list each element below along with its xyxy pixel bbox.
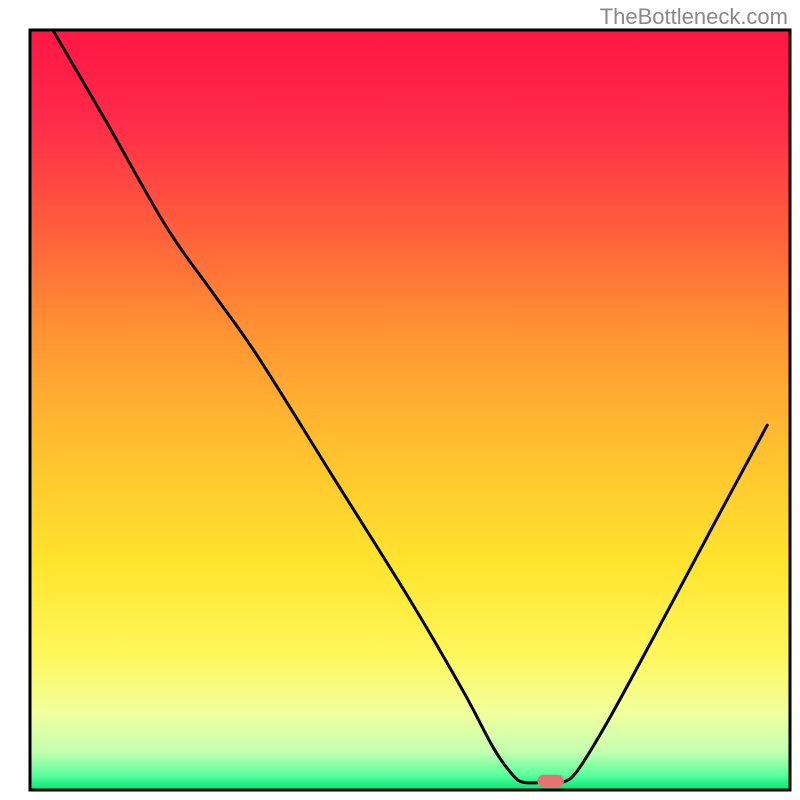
chart-container: TheBottleneck.com	[0, 0, 800, 800]
bottleneck-chart	[0, 0, 800, 800]
plot-background	[30, 30, 790, 790]
optimal-marker	[537, 775, 564, 787]
watermark-text: TheBottleneck.com	[600, 4, 788, 30]
